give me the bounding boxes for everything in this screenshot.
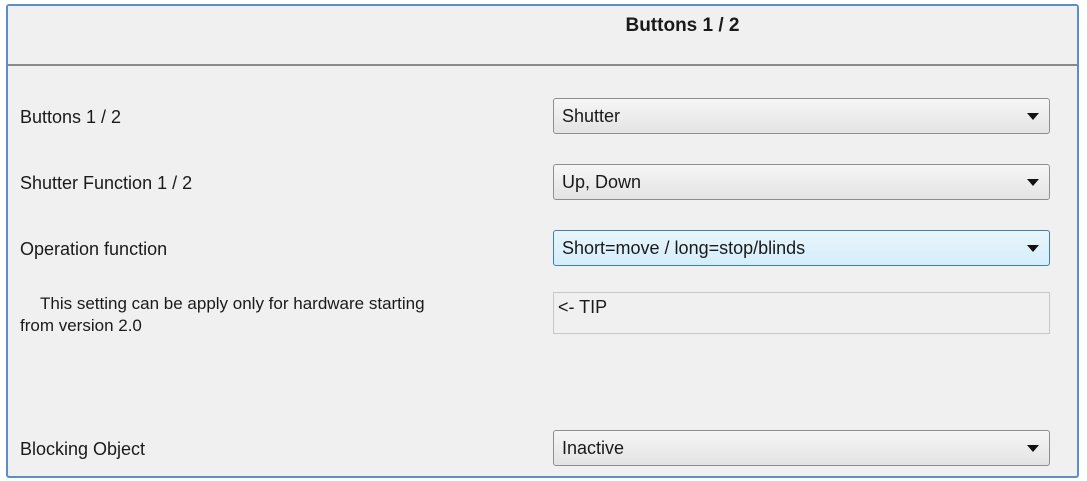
operation-function-dropdown[interactable]: Short=move / long=stop/blinds [553,230,1050,266]
chevron-down-icon [1027,245,1039,252]
blocking-object-dropdown-value: Inactive [562,438,625,458]
buttons-label: Buttons 1 / 2 [20,107,122,127]
parameter-window: Buttons 1 / 2 Buttons 1 / 2 Shutter Shut… [6,4,1079,478]
operation-function-label: Operation function [20,239,168,259]
blocking-object-label: Blocking Object [20,439,146,459]
tip-text: <- TIP [558,297,608,317]
chevron-down-icon [1027,113,1039,120]
hardware-note: This setting can be apply only for hardw… [20,293,540,337]
hardware-note-line1: This setting can be apply only for hardw… [40,294,425,313]
hardware-note-line2: from version 2.0 [20,316,142,335]
shutter-function-dropdown[interactable]: Up, Down [553,164,1050,200]
parameter-list: Buttons 1 / 2 Shutter Shutter Function 1… [8,66,1077,476]
header-bar: Buttons 1 / 2 [8,6,1077,66]
buttons-dropdown-value: Shutter [562,106,621,126]
chevron-down-icon [1027,445,1039,452]
page-title: Buttons 1 / 2 [625,15,740,36]
tip-field: <- TIP [553,292,1050,334]
chevron-down-icon [1027,179,1039,186]
shutter-function-label: Shutter Function 1 / 2 [20,173,193,193]
shutter-function-dropdown-value: Up, Down [562,172,642,192]
operation-function-dropdown-value: Short=move / long=stop/blinds [562,238,806,258]
buttons-dropdown[interactable]: Shutter [553,98,1050,134]
blocking-object-dropdown[interactable]: Inactive [553,430,1050,466]
